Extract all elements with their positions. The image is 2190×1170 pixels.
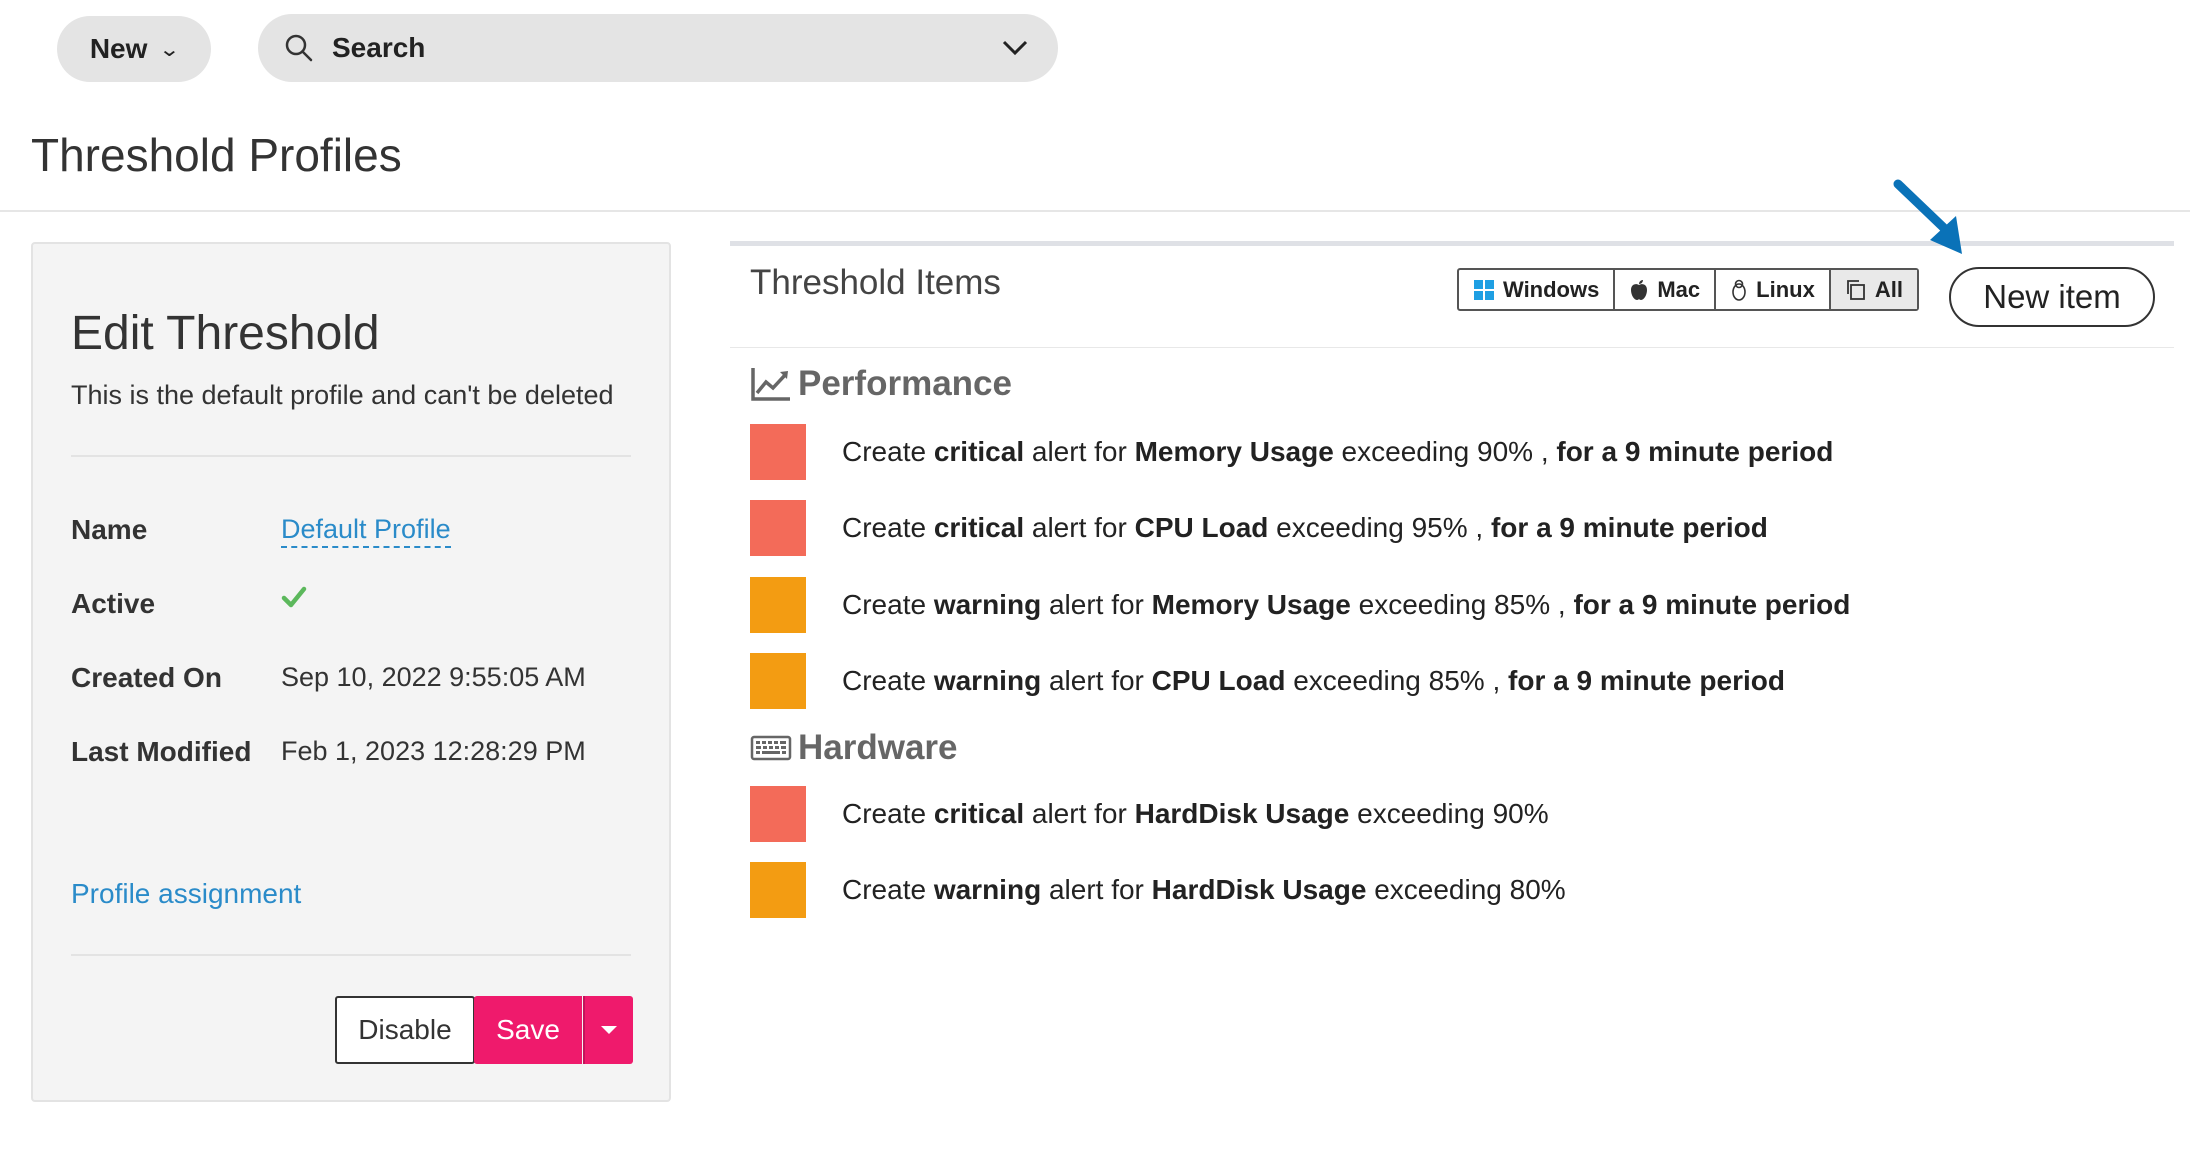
filter-windows-button[interactable]: Windows [1459,270,1616,309]
item-text: Create warning alert for Memory Usage ex… [842,589,1851,620]
section-hardware: Hardware [750,728,958,768]
section-performance: Performance [750,364,1012,404]
item-text: Create warning alert for HardDisk Usage … [842,874,1566,905]
item-text: Create critical alert for Memory Usage e… [842,436,1834,467]
threshold-item[interactable]: Create critical alert for HardDisk Usage… [750,786,1549,842]
threshold-item[interactable]: Create warning alert for HardDisk Usage … [750,862,1566,918]
linux-penguin-icon [1732,279,1746,301]
severity-swatch [750,424,806,480]
checkmark-icon[interactable] [281,584,307,610]
card-subtitle: This is the default profile and can't be… [71,380,614,410]
threshold-item[interactable]: Create warning alert for CPU Load exceed… [750,653,1785,709]
new-dropdown-button[interactable]: New ⌄ [57,16,211,82]
chevron-down-icon[interactable] [1002,40,1028,56]
filter-label: Windows [1503,276,1600,302]
created-on-value: Sep 10, 2022 9:55:05 AM [281,662,586,692]
search-icon [285,34,313,62]
severity-swatch [750,653,806,709]
chevron-down-icon: ⌄ [158,38,181,61]
arrow-pointer-icon [1893,179,1962,254]
apple-icon [1631,279,1648,300]
filter-mac-button[interactable]: Mac [1615,270,1717,309]
search-bar[interactable]: Search [258,14,1058,82]
new-button-label: New [89,33,148,64]
severity-swatch [750,500,806,556]
item-text: Create critical alert for HardDisk Usage… [842,798,1549,829]
threshold-item[interactable]: Create critical alert for Memory Usage e… [750,424,1833,480]
page-title: Threshold Profiles [31,129,402,181]
name-editable-link[interactable]: Default Profile [281,514,451,548]
keyboard-icon [750,735,792,761]
severity-swatch [750,862,806,918]
new-item-button[interactable]: New item [1949,267,2155,327]
section-title: Hardware [798,728,958,767]
profile-assignment-link[interactable]: Profile assignment [71,878,301,910]
filter-label: Mac [1657,276,1701,302]
active-label: Active [71,588,156,619]
threshold-items-title: Threshold Items [750,263,1001,302]
line-chart-icon [751,368,790,401]
threshold-item[interactable]: Create critical alert for CPU Load excee… [750,500,1768,556]
last-modified-label: Last Modified [71,736,252,767]
section-title: Performance [798,364,1012,403]
severity-swatch [750,577,806,633]
search-label: Search [332,32,426,63]
card-title: Edit Threshold [71,307,380,360]
divider [71,954,631,956]
filter-all-button[interactable]: All [1830,270,1917,309]
divider [71,455,631,457]
disable-button[interactable]: Disable [335,996,475,1064]
threshold-item[interactable]: Create warning alert for Memory Usage ex… [750,577,1850,633]
item-text: Create warning alert for CPU Load exceed… [842,665,1785,696]
filter-label: All [1874,276,1903,302]
divider [730,347,2174,348]
name-label: Name [71,514,148,545]
save-options-button[interactable] [583,996,633,1064]
divider [0,210,2190,212]
caret-down-icon [601,1026,617,1034]
severity-swatch [750,786,806,842]
windows-icon [1474,279,1494,300]
item-text: Create critical alert for CPU Load excee… [842,512,1768,543]
os-filter-group: Windows Mac Linux All [1457,268,1919,311]
copy-icon [1846,279,1865,300]
last-modified-value: Feb 1, 2023 12:28:29 PM [281,736,586,766]
created-on-label: Created On [71,662,222,693]
filter-linux-button[interactable]: Linux [1716,270,1831,309]
save-button[interactable]: Save [474,996,582,1064]
edit-threshold-card: Edit Threshold This is the default profi… [31,242,671,1102]
filter-label: Linux [1756,276,1815,302]
